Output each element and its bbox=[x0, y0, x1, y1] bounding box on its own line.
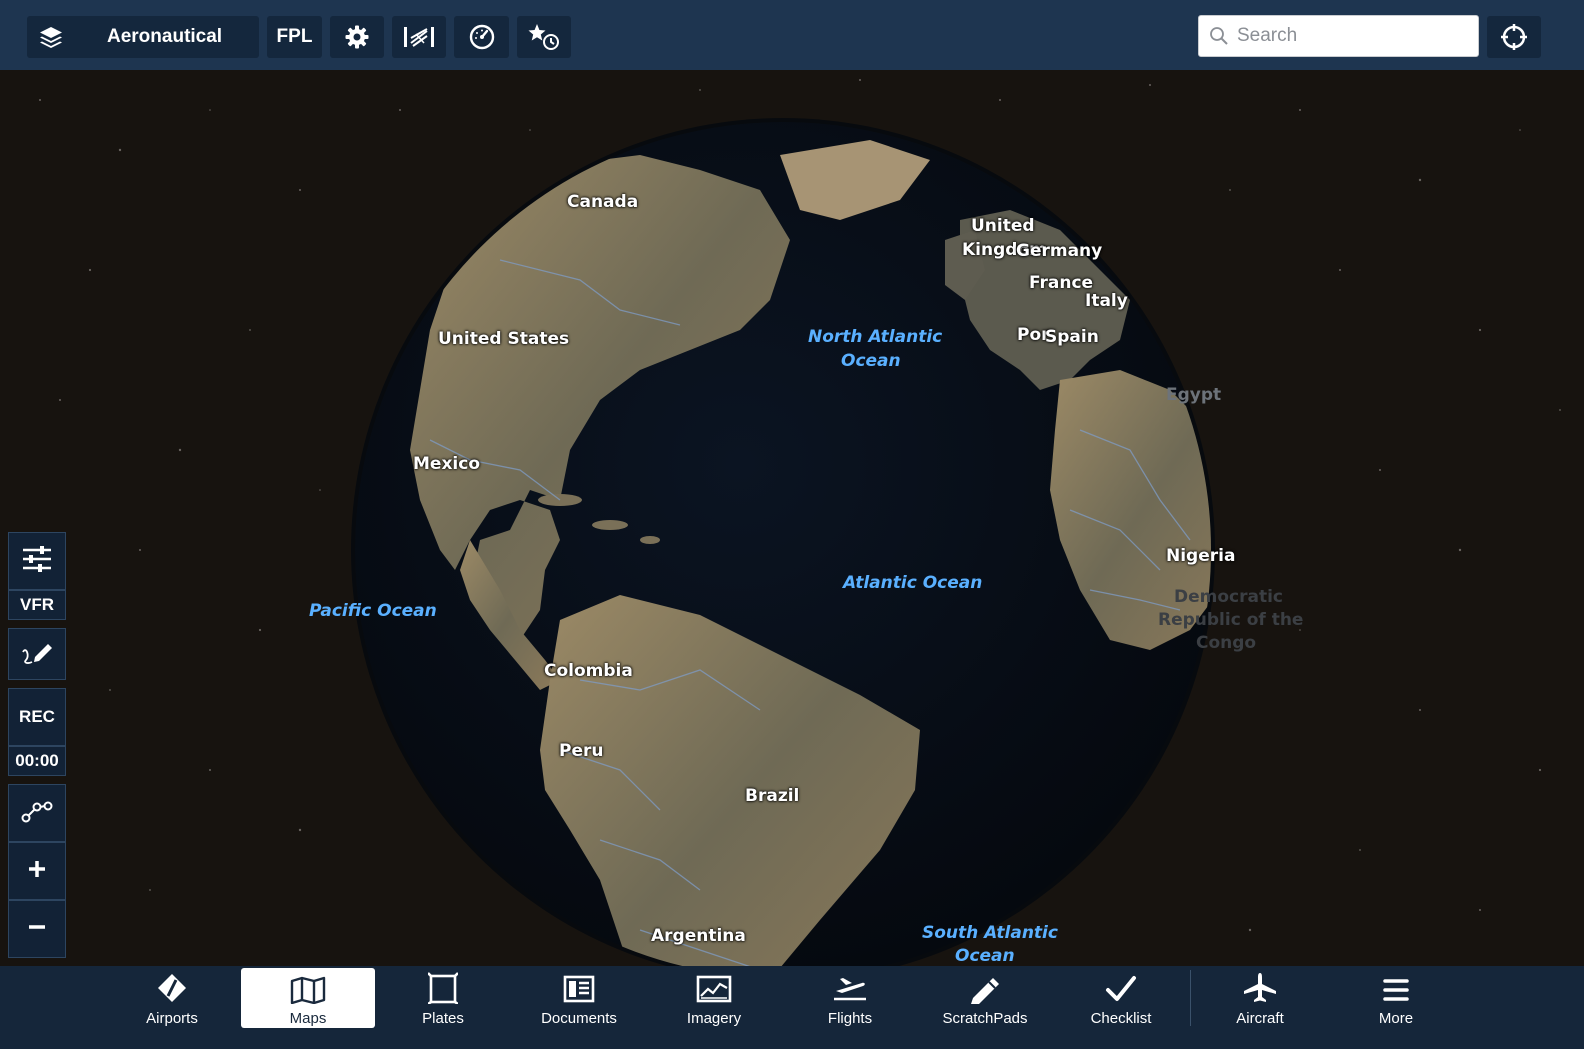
label-drc-line1: Democratic bbox=[1174, 587, 1283, 607]
tab-documents[interactable]: Documents bbox=[512, 968, 646, 1028]
instruments-button[interactable] bbox=[454, 16, 509, 58]
tab-label: ScratchPads bbox=[942, 1010, 1028, 1027]
label-brazil: Brazil bbox=[745, 786, 800, 806]
gauge-icon bbox=[468, 23, 496, 51]
label-spain: Spain bbox=[1045, 327, 1099, 347]
tab-scratchpads[interactable]: ScratchPads bbox=[918, 968, 1052, 1028]
label-canada: Canada bbox=[567, 192, 639, 212]
search-field[interactable] bbox=[1198, 15, 1479, 57]
label-colombia: Colombia bbox=[544, 661, 633, 681]
tab-label: Plates bbox=[422, 1010, 464, 1027]
runway-icon bbox=[402, 25, 436, 49]
maps-icon bbox=[290, 972, 326, 1004]
label-united: United bbox=[971, 216, 1035, 236]
checklist-icon bbox=[1105, 972, 1137, 1004]
layers-icon bbox=[27, 24, 75, 50]
scratchpads-icon bbox=[967, 972, 1003, 1004]
label-atlantic-ocean: Atlantic Ocean bbox=[843, 573, 983, 593]
tab-label: Checklist bbox=[1090, 1010, 1152, 1027]
sliders-icon bbox=[21, 544, 53, 579]
vfr-chart-toggle[interactable]: VFR bbox=[8, 590, 66, 620]
label-drc-line3: Congo bbox=[1196, 633, 1257, 653]
airports-icon bbox=[156, 972, 188, 1004]
map-settings-button[interactable] bbox=[8, 532, 66, 590]
procedure-advisor-button[interactable] bbox=[392, 16, 446, 58]
pencil-draw-icon bbox=[20, 638, 54, 671]
aircraft-icon bbox=[1242, 972, 1278, 1004]
layers-button[interactable]: Aeronautical bbox=[27, 16, 259, 58]
imagery-icon bbox=[696, 972, 732, 1004]
top-toolbar: Aeronautical FPL bbox=[0, 0, 1584, 70]
tab-label: Airports bbox=[146, 1010, 198, 1027]
zoom-in-button[interactable] bbox=[8, 842, 66, 900]
timer-value: 00:00 bbox=[15, 751, 59, 770]
route-tool-button[interactable] bbox=[8, 784, 66, 842]
vfr-label: VFR bbox=[20, 595, 54, 614]
label-mexico: Mexico bbox=[413, 454, 480, 474]
search-input[interactable] bbox=[1235, 24, 1469, 48]
tab-label: Imagery bbox=[686, 1010, 742, 1027]
tab-label: Flights bbox=[827, 1010, 873, 1027]
label-north-atlantic-line1: North Atlantic bbox=[808, 327, 943, 347]
layers-label: Aeronautical bbox=[107, 26, 223, 47]
tab-divider bbox=[1190, 970, 1191, 1026]
tab-flights[interactable]: Flights bbox=[783, 968, 917, 1028]
tab-imagery[interactable]: Imagery bbox=[647, 968, 781, 1028]
annotate-button[interactable] bbox=[8, 628, 66, 680]
label-france: France bbox=[1029, 273, 1094, 293]
tab-plates[interactable]: Plates bbox=[376, 968, 510, 1028]
minus-icon bbox=[27, 917, 47, 942]
recents-favorites-button[interactable] bbox=[517, 16, 571, 58]
label-peru: Peru bbox=[559, 741, 604, 761]
flights-icon bbox=[832, 972, 868, 1004]
fpl-label: FPL bbox=[276, 26, 313, 47]
search-icon bbox=[1209, 26, 1229, 46]
record-track-button[interactable]: REC bbox=[8, 688, 66, 746]
zoom-out-button[interactable] bbox=[8, 900, 66, 958]
label-germany: Germany bbox=[1016, 241, 1103, 261]
tab-label: Maps bbox=[289, 1010, 327, 1027]
label-pacific-ocean: Pacific Ocean bbox=[309, 601, 437, 621]
tab-maps[interactable]: Maps bbox=[241, 968, 375, 1028]
settings-button[interactable] bbox=[330, 16, 384, 58]
fpl-button[interactable]: FPL bbox=[267, 16, 322, 58]
plus-icon bbox=[27, 859, 47, 884]
label-drc-line2: Republic of the bbox=[1158, 610, 1304, 630]
tab-label: Documents bbox=[541, 1010, 617, 1027]
label-north-atlantic-line2: Ocean bbox=[841, 351, 901, 371]
gear-icon bbox=[344, 24, 370, 50]
crosshair-icon bbox=[1500, 23, 1528, 51]
track-timer: 00:00 bbox=[8, 746, 66, 776]
label-egypt: Egypt bbox=[1166, 385, 1222, 405]
globe-illustration bbox=[39, 79, 1561, 966]
globe-map-view[interactable]: Canada United States Mexico United Kingd… bbox=[0, 70, 1584, 966]
tab-airports[interactable]: Airports bbox=[105, 968, 239, 1028]
label-nigeria: Nigeria bbox=[1166, 546, 1236, 566]
star-clock-icon bbox=[527, 22, 561, 52]
label-italy: Italy bbox=[1085, 291, 1128, 311]
label-argentina: Argentina bbox=[651, 926, 746, 946]
label-south-atlantic-line2: Ocean bbox=[955, 946, 1015, 966]
tab-aircraft[interactable]: Aircraft bbox=[1193, 968, 1327, 1028]
documents-icon bbox=[562, 972, 596, 1004]
tab-label: More bbox=[1378, 1010, 1414, 1027]
plates-icon bbox=[428, 972, 458, 1004]
label-united-states: United States bbox=[438, 329, 570, 349]
more-icon bbox=[1382, 972, 1410, 1004]
tab-more[interactable]: More bbox=[1329, 968, 1463, 1028]
tab-label: Aircraft bbox=[1236, 1010, 1284, 1027]
tab-checklist[interactable]: Checklist bbox=[1054, 968, 1188, 1028]
rec-label: REC bbox=[19, 707, 55, 726]
center-location-button[interactable] bbox=[1487, 16, 1541, 58]
route-nodes-icon bbox=[20, 797, 54, 830]
label-south-atlantic-line1: South Atlantic bbox=[922, 923, 1058, 943]
